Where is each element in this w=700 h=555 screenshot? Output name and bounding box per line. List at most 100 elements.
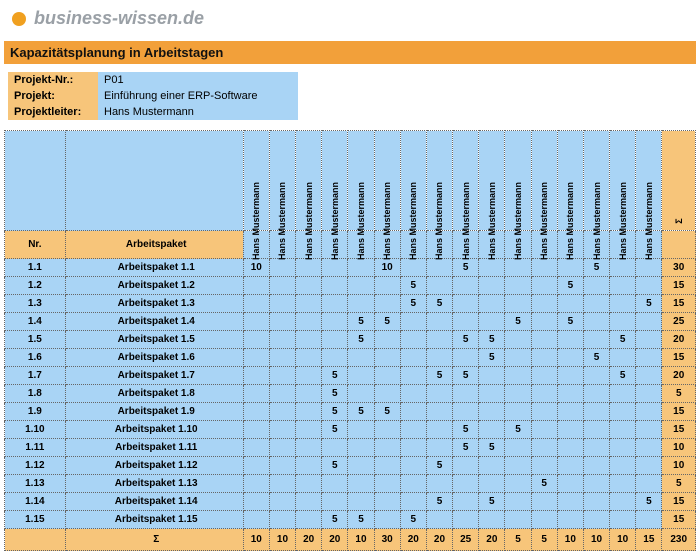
cell-value: 5 [426,457,452,475]
cell-value [269,439,295,457]
cell-value [557,385,583,403]
person-header: Hans Mustermann [400,131,426,231]
cell-ap: Arbeitspaket 1.4 [65,313,243,331]
cell-value [322,277,348,295]
cell-rowsum: 15 [662,349,696,367]
foot-colsum: 20 [426,529,452,551]
cell-value [636,259,662,277]
cell-value [505,259,531,277]
cell-value: 5 [479,349,505,367]
cell-value [296,493,322,511]
table-row: 1.13Arbeitspaket 1.1355 [5,475,696,493]
cell-value [636,475,662,493]
cell-value [453,277,479,295]
cell-value: 10 [243,259,269,277]
blank-header [662,231,696,259]
cell-ap: Arbeitspaket 1.9 [65,403,243,421]
cell-value [636,439,662,457]
cell-value [296,511,322,529]
person-header: Hans Mustermann [531,131,557,231]
table-row: 1.5Arbeitspaket 1.5555520 [5,331,696,349]
cell-value [374,367,400,385]
cell-value [583,313,609,331]
cell-value [426,421,452,439]
cell-nr: 1.7 [5,367,66,385]
blank-header [5,131,66,231]
cell-value [453,511,479,529]
cell-value [243,367,269,385]
cell-value [400,385,426,403]
cell-value: 5 [557,277,583,295]
foot-blank [5,529,66,551]
cell-value: 5 [374,313,400,331]
cell-rowsum: 20 [662,331,696,349]
cell-value [348,439,374,457]
table-row: 1.15Arbeitspaket 1.1555515 [5,511,696,529]
cell-ap: Arbeitspaket 1.15 [65,511,243,529]
cell-value [243,313,269,331]
cell-value [374,493,400,511]
cell-value [400,475,426,493]
cell-value [322,259,348,277]
cell-value: 5 [400,277,426,295]
cell-value: 5 [479,493,505,511]
table-row: 1.8Arbeitspaket 1.855 [5,385,696,403]
cell-value [557,367,583,385]
cell-value [557,349,583,367]
table-row: 1.4Arbeitspaket 1.4555525 [5,313,696,331]
person-header: Hans Mustermann [453,131,479,231]
cell-value [583,331,609,349]
cell-value: 5 [322,367,348,385]
cell-value [557,475,583,493]
cell-value [400,439,426,457]
cell-value [479,457,505,475]
cell-value [269,367,295,385]
cell-value [269,511,295,529]
table-row: 1.2Arbeitspaket 1.25515 [5,277,696,295]
cell-ap: Arbeitspaket 1.5 [65,331,243,349]
table-row: 1.14Arbeitspaket 1.1455515 [5,493,696,511]
cell-value [374,475,400,493]
person-header: Hans Mustermann [610,131,636,231]
cell-value [269,259,295,277]
cell-value: 5 [322,457,348,475]
cell-value [348,457,374,475]
cell-value [531,331,557,349]
sigma-header: Σ [662,131,696,231]
cell-ap: Arbeitspaket 1.14 [65,493,243,511]
cell-value [400,493,426,511]
cell-value [531,349,557,367]
cell-value [243,277,269,295]
cell-value [531,295,557,313]
cell-value [479,385,505,403]
table-row: 1.7Arbeitspaket 1.7555520 [5,367,696,385]
cell-value: 5 [610,331,636,349]
cell-value [479,421,505,439]
foot-colsum: 15 [636,529,662,551]
cell-value [583,403,609,421]
cell-value [505,385,531,403]
cell-value [610,277,636,295]
person-header: Hans Mustermann [636,131,662,231]
page-title: Kapazitätsplanung in Arbeitstagen [4,41,696,64]
cell-nr: 1.6 [5,349,66,367]
cell-value [505,367,531,385]
person-header: Hans Mustermann [296,131,322,231]
cell-rowsum: 15 [662,511,696,529]
cell-value [479,277,505,295]
cell-value [453,457,479,475]
cell-value: 5 [400,295,426,313]
cell-value [322,493,348,511]
cell-rowsum: 15 [662,421,696,439]
cell-value [479,475,505,493]
cell-value [243,403,269,421]
foot-colsum: 10 [269,529,295,551]
cell-value: 5 [453,439,479,457]
cell-value [557,421,583,439]
cell-value: 5 [505,313,531,331]
cell-value [426,331,452,349]
cell-value [583,457,609,475]
cell-value [505,403,531,421]
cell-value [636,277,662,295]
cell-value [557,493,583,511]
